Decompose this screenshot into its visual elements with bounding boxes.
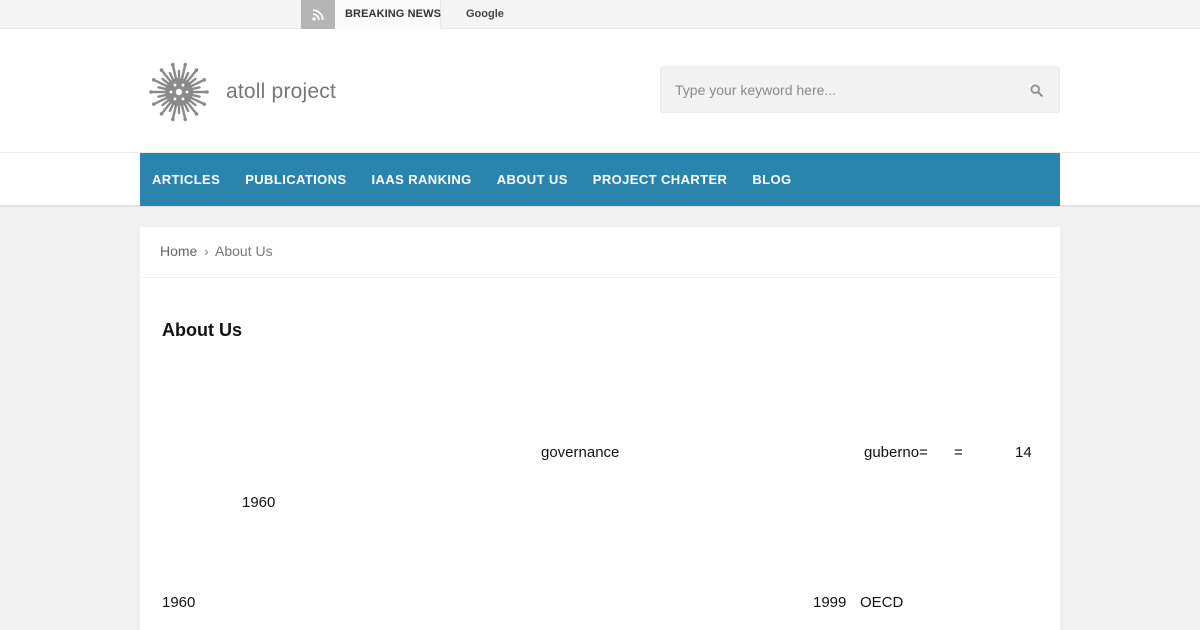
chevron-right-icon: › xyxy=(204,243,209,259)
search-input[interactable] xyxy=(675,67,1015,112)
breaking-news-box: BREAKING NEWS xyxy=(335,0,441,29)
nav-item-publications[interactable]: PUBLICATIONS xyxy=(245,172,346,187)
atoll-logo-icon[interactable] xyxy=(148,61,210,123)
body-text-fragment: 1960 xyxy=(162,594,196,611)
body-text-fragment: OECD xyxy=(860,594,904,611)
page-title: About Us xyxy=(162,320,242,340)
nav-item-about-us[interactable]: ABOUT US xyxy=(497,172,568,187)
search-icon[interactable] xyxy=(1025,79,1047,101)
nav-item-project-charter[interactable]: PROJECT CHARTER xyxy=(593,172,728,187)
body-text-fragment: governance xyxy=(541,444,620,461)
search-box xyxy=(660,66,1060,113)
news-ticker-item[interactable]: Google xyxy=(466,8,504,20)
nav-item-blog[interactable]: BLOG xyxy=(752,172,791,187)
body-text-fragment: 1960 xyxy=(242,494,276,511)
rss-icon[interactable] xyxy=(301,0,335,29)
breadcrumb: Home › About Us xyxy=(140,227,1060,278)
content-area: Home › About Us About Us governance gube… xyxy=(140,227,1060,630)
nav-item-articles[interactable]: ARTICLES xyxy=(152,172,220,187)
body-text-fragment: 14 xyxy=(1015,444,1032,461)
nav-item-iaas-ranking[interactable]: IAAS RANKING xyxy=(372,172,472,187)
top-bar: BREAKING NEWS Google xyxy=(0,0,1200,29)
body-text-fragment: guberno= xyxy=(864,444,928,461)
breaking-news-label: BREAKING NEWS xyxy=(345,8,442,20)
breadcrumb-current: About Us xyxy=(215,243,273,259)
main-nav: ARTICLES PUBLICATIONS IAAS RANKING ABOUT… xyxy=(140,153,1060,206)
site-logo-text[interactable]: atoll project xyxy=(226,80,336,104)
body-text-fragment: = xyxy=(954,444,963,461)
breadcrumb-home[interactable]: Home xyxy=(160,243,197,259)
body-text-fragment: 1999 xyxy=(813,594,847,611)
